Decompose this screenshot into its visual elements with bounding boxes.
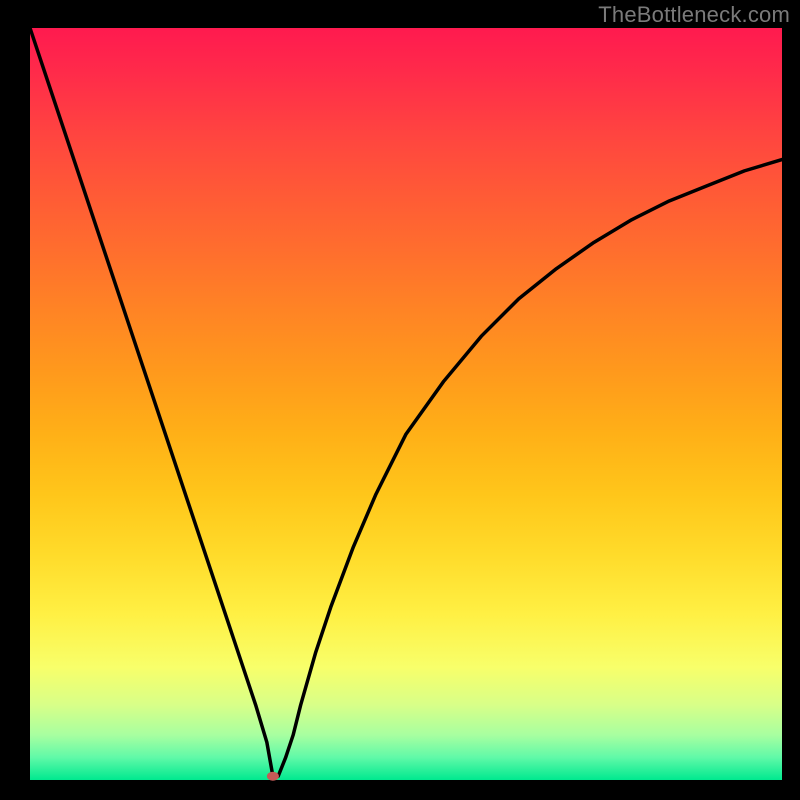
optimal-point-marker	[267, 772, 279, 781]
plot-background	[30, 28, 782, 780]
watermark-text: TheBottleneck.com	[598, 2, 790, 28]
chart-frame: TheBottleneck.com	[0, 0, 800, 800]
bottleneck-chart	[0, 0, 800, 800]
